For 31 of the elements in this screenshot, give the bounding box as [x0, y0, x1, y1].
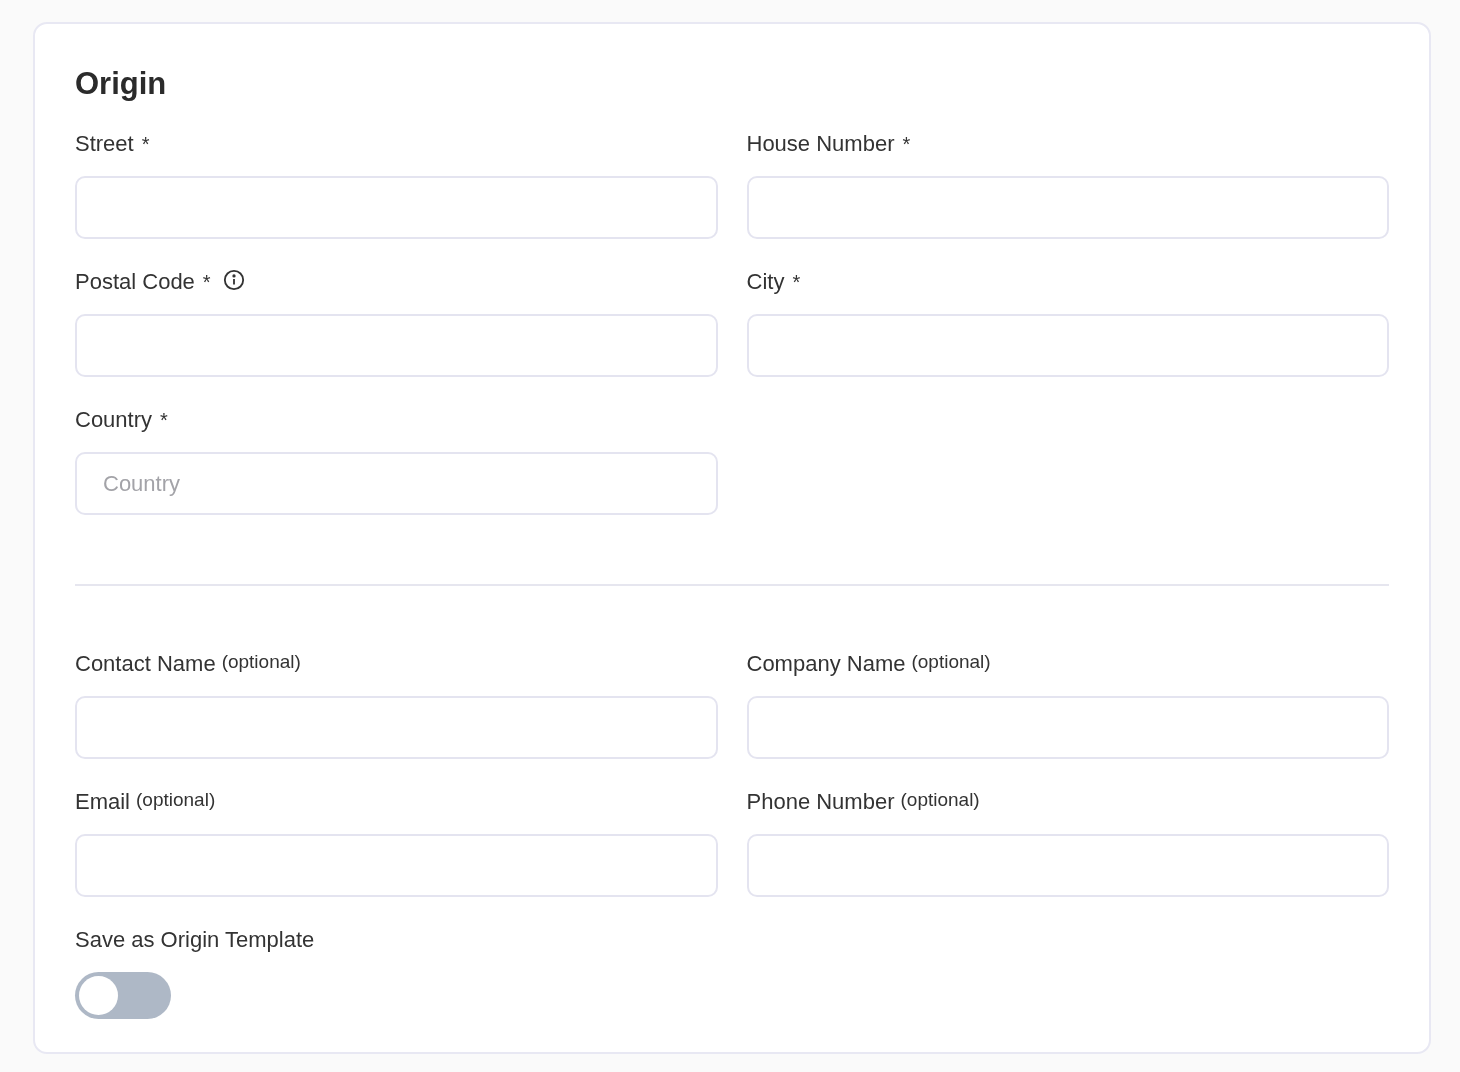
text-field[interactable] [746, 176, 1389, 239]
required-marker: * [141, 132, 150, 157]
toggle-switch[interactable] [75, 972, 171, 1019]
toggle-label: Save as Origin Template [75, 926, 315, 954]
text-field[interactable] [75, 696, 718, 759]
optional-note: (optional) [911, 650, 991, 674]
text-field[interactable] [75, 176, 718, 239]
optional-note: (optional) [221, 650, 301, 674]
field-label: Email [75, 788, 130, 816]
field-label: Postal Code [75, 268, 195, 296]
required-marker: * [792, 270, 801, 295]
text-field[interactable]: Country [75, 452, 718, 515]
optional-note: (optional) [136, 788, 216, 812]
required-marker: * [160, 408, 168, 433]
field-label: Company Name [746, 650, 906, 678]
optional-note: (optional) [900, 788, 980, 812]
field-label: House Number [746, 130, 895, 158]
text-field[interactable] [746, 696, 1389, 759]
field-label: City [746, 268, 785, 296]
text-field[interactable] [75, 314, 718, 377]
text-field[interactable] [75, 834, 718, 897]
field-label: Country [75, 406, 153, 434]
field-label: Phone Number [746, 788, 895, 816]
required-marker: * [202, 270, 211, 295]
text-field[interactable] [746, 834, 1389, 897]
field-label: Street [75, 130, 134, 158]
field-label: Contact Name [75, 650, 216, 678]
text-field[interactable] [746, 314, 1389, 377]
required-marker: * [902, 132, 911, 157]
section-title: Origin [75, 66, 168, 102]
info-icon[interactable] [222, 269, 245, 291]
